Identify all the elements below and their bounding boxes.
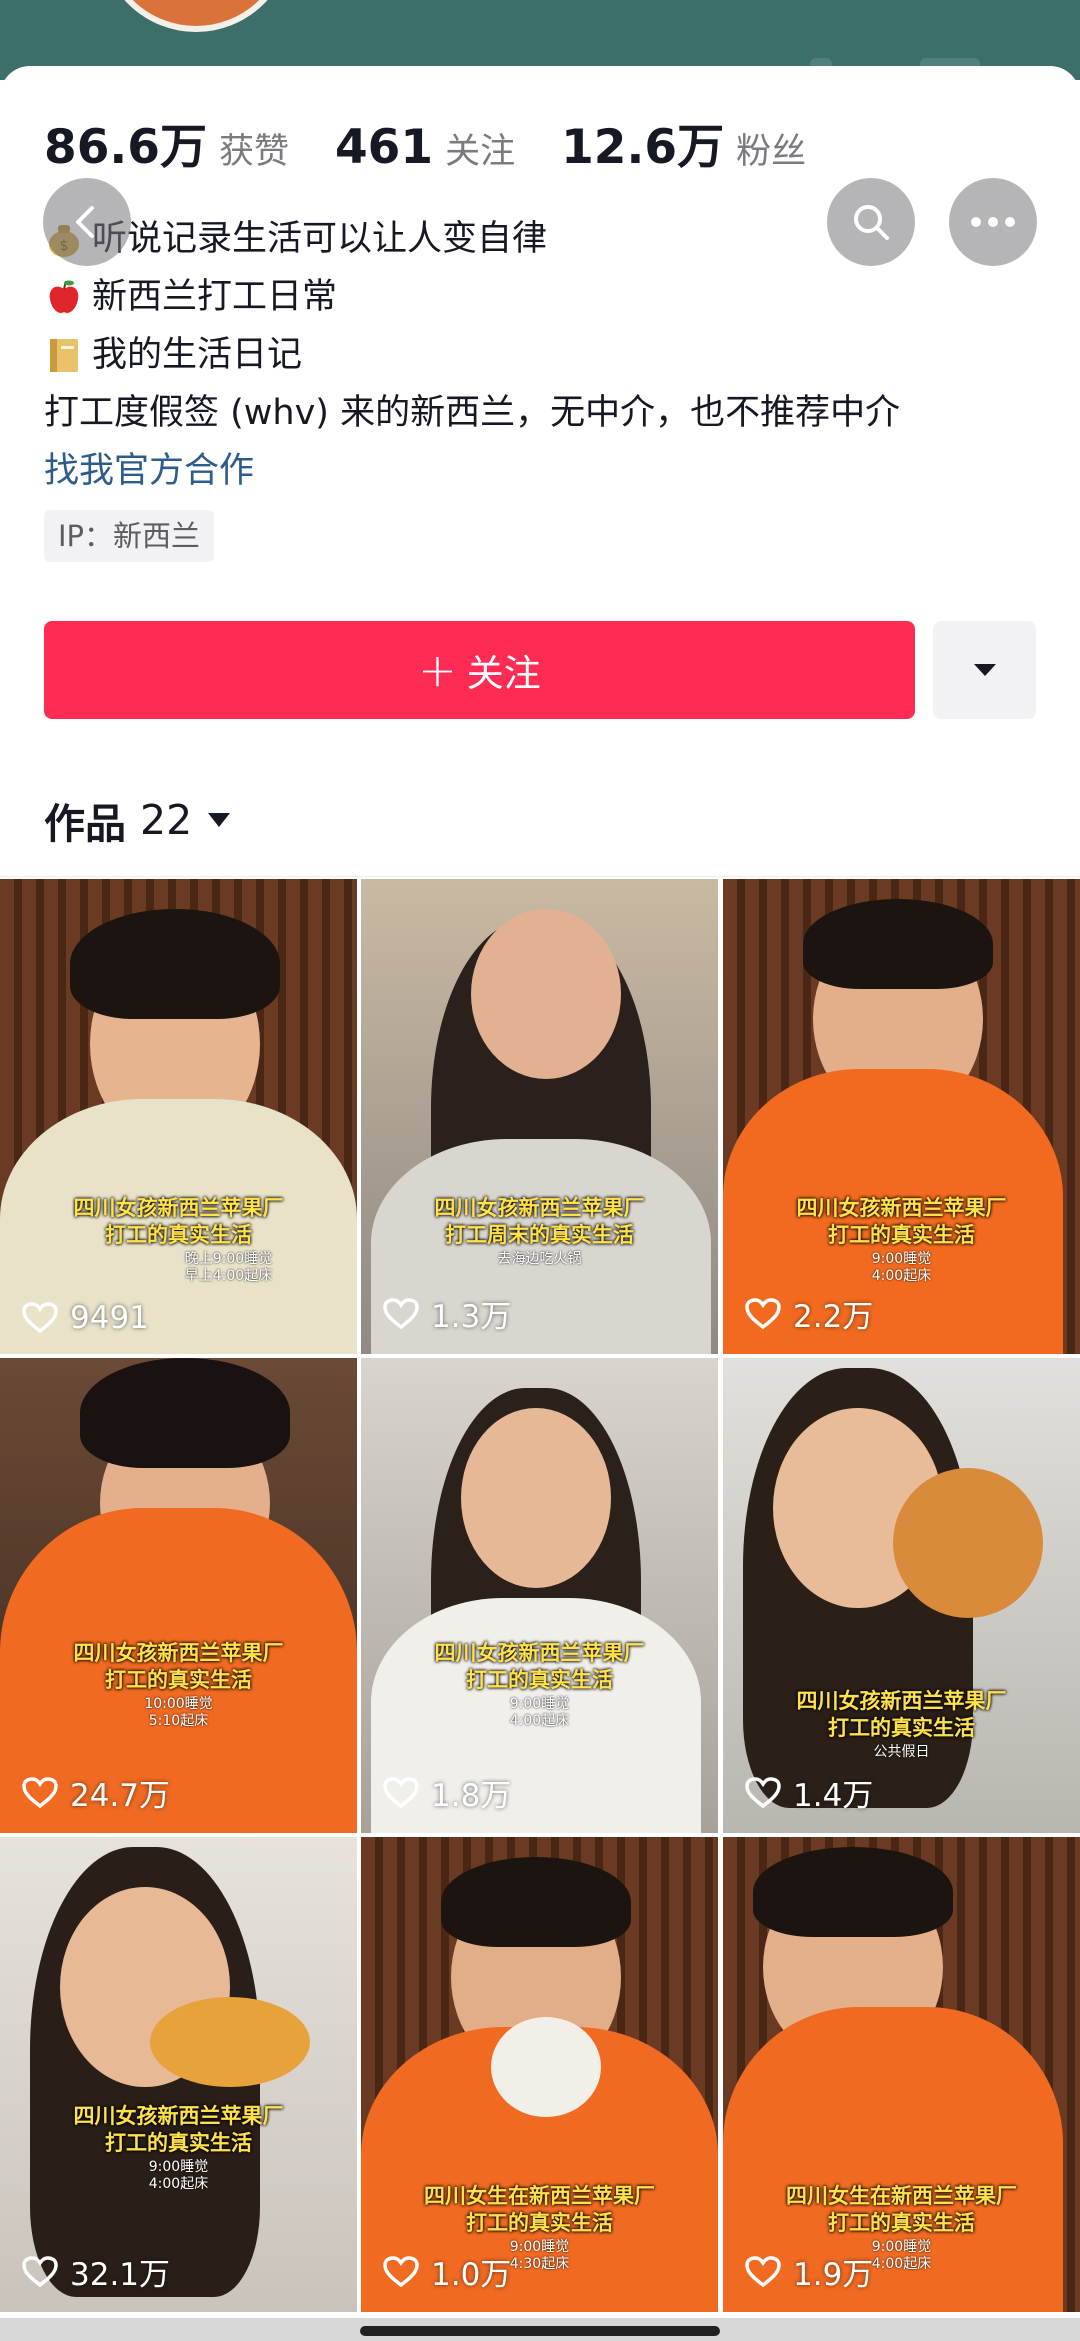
bio-line: 新西兰打工日常 [44,268,1044,326]
video-thumbnail[interactable]: 四川女生在新西兰苹果厂 打工的真实生活 9:00睡觉 4:30起床 1.0万 [361,1837,718,2312]
video-thumbnail[interactable]: 四川女孩新西兰苹果厂 打工的真实生活 9:00睡觉 4:00起床 1.8万 [361,1358,718,1833]
video-caption: 四川女生在新西兰苹果厂 打工的真实生活 [786,2184,1017,2235]
stat-label: 获赞 [218,132,289,172]
bio-text: 听说记录生活可以让人变自律 [92,219,548,259]
works-label: 作品 [44,800,126,848]
follow-label: 关注 [466,652,541,695]
divider [0,876,1080,877]
video-subcaption: 9:00睡觉 4:00起床 [871,1251,932,1284]
profile-stats: 86.6万 获赞 461 关注 12.6万 粉丝 [44,108,852,177]
bio-text: 打工度假签 (whv) 来的新西兰，无中介，也不推荐中介 [44,393,901,433]
bio-text: 我的生活日记 [92,335,303,375]
heart-icon [745,1776,781,1808]
video-subcaption: 去海边吃火锅 [497,1251,582,1267]
bio-line: 打工度假签 (whv) 来的新西兰，无中介，也不推荐中介 [44,384,1044,442]
video-thumbnail[interactable]: 四川女孩新西兰苹果厂 打工的真实生活 10:00睡觉 5:10起床 24.7万 [0,1358,357,1833]
stat-value: 12.6万 [561,120,725,175]
heart-icon [745,1297,781,1329]
video-caption: 四川女孩新西兰苹果厂 打工的真实生活 [796,1689,1007,1740]
video-caption: 四川女孩新西兰苹果厂 打工的真实生活 [796,1196,1007,1247]
plus-icon: + [418,643,457,697]
video-caption: 四川女孩新西兰苹果厂 打工的真实生活 [73,1641,284,1692]
caret-down-icon [208,813,231,827]
notebook-emoji-icon [44,335,84,375]
home-indicator[interactable] [360,2326,720,2336]
avatar[interactable] [100,0,292,32]
video-subcaption: 晚上9:00睡觉 早上4:00起床 [184,1251,273,1284]
stat-followers[interactable]: 12.6万 粉丝 [561,108,806,177]
chevron-left-icon [76,206,94,238]
heart-icon [383,1297,419,1329]
heart-icon [383,2255,419,2287]
video-thumbnail[interactable]: 四川女孩新西兰苹果厂 打工的真实生活 9:00睡觉 4:00起床 32.1万 [0,1837,357,2312]
video-caption: 四川女孩新西兰苹果厂 打工的真实生活 [434,1641,645,1692]
heart-icon [745,2255,781,2287]
like-count: 32.1万 [22,2249,170,2294]
video-thumbnail[interactable]: 四川女孩新西兰苹果厂 打工周末的真实生活 去海边吃火锅 1.3万 [361,879,718,1354]
stat-following[interactable]: 461 关注 [335,120,515,175]
like-count: 2.2万 [745,1291,873,1336]
search-icon [854,205,889,240]
like-count: 1.9万 [745,2249,873,2294]
stat-label: 粉丝 [736,132,807,172]
follow-button[interactable]: + 关注 [44,621,915,719]
bio-text: 新西兰打工日常 [92,277,338,317]
stat-value: 86.6万 [44,120,207,175]
like-count: 24.7万 [22,1770,170,1815]
video-subcaption: 9:00睡觉 4:00起床 [509,1696,570,1729]
video-thumbnail[interactable]: 四川女孩新西兰苹果厂 打工的真实生活 晚上9:00睡觉 早上4:00起床 9491 [0,879,357,1354]
like-count: 1.3万 [383,1291,511,1336]
video-thumbnail[interactable]: 四川女孩新西兰苹果厂 打工的真实生活 9:00睡觉 4:00起床 2.2万 [723,879,1080,1354]
video-subcaption: 公共假日 [873,1744,930,1760]
stat-value: 461 [334,120,434,175]
video-subcaption: 9:00睡觉 4:00起床 [148,2159,209,2192]
follow-options-button[interactable] [933,621,1036,719]
stat-label: 关注 [445,132,516,172]
ip-location-tag: IP：新西兰 [44,510,215,562]
heart-icon [22,1776,58,1808]
like-count: 9491 [22,1300,149,1336]
video-caption: 四川女孩新西兰苹果厂 打工周末的真实生活 [434,1196,645,1247]
works-count: 22 [140,796,193,844]
video-subcaption: 10:00睡觉 5:10起床 [144,1696,213,1729]
back-button[interactable] [43,178,131,266]
more-dots-icon [971,217,1015,227]
works-tab[interactable]: 作品 22 [44,790,231,850]
video-thumbnail[interactable]: 四川女孩新西兰苹果厂 打工的真实生活 公共假日 1.4万 [723,1358,1080,1833]
video-caption: 四川女孩新西兰苹果厂 打工的真实生活 [73,1196,284,1247]
more-button[interactable] [949,178,1037,266]
video-caption: 四川女生在新西兰苹果厂 打工的真实生活 [424,2184,655,2235]
heart-icon [22,2255,58,2287]
caret-down-icon [973,664,996,676]
heart-icon [383,1776,419,1808]
official-cooperation-link[interactable]: 找我官方合作 [44,442,1044,500]
video-caption: 四川女孩新西兰苹果厂 打工的真实生活 [73,2104,284,2155]
heart-icon [22,1302,58,1334]
red-apple-emoji-icon [44,277,84,317]
like-count: 1.8万 [383,1770,511,1815]
video-thumbnail[interactable]: 四川女生在新西兰苹果厂 打工的真实生活 9:00睡觉 4:00起床 1.9万 [723,1837,1080,2312]
like-count: 1.4万 [745,1770,873,1815]
search-button[interactable] [827,178,915,266]
bio-line: 我的生活日记 [44,326,1044,384]
like-count: 1.0万 [383,2249,511,2294]
stat-likes[interactable]: 86.6万 获赞 [44,108,289,177]
